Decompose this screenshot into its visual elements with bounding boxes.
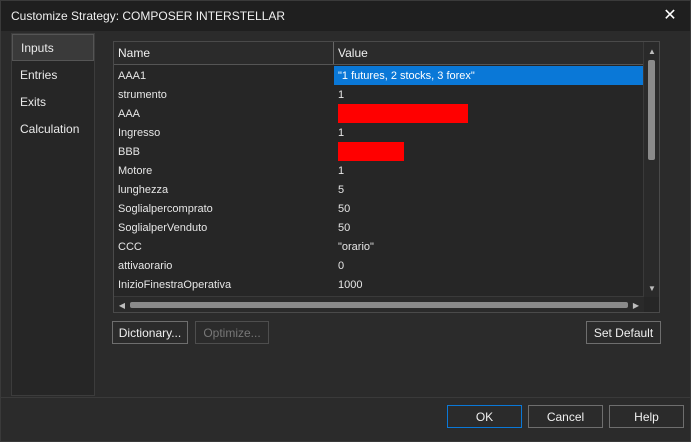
input-value-cell[interactable]: 1000 <box>334 275 643 294</box>
input-name-cell: Motore <box>118 164 153 177</box>
input-value-cell[interactable]: 0 <box>334 256 643 275</box>
table-row[interactable]: BBB <box>114 142 643 161</box>
column-header-value[interactable]: Value <box>334 42 644 64</box>
input-name-cell: Soglialpercomprato <box>118 202 213 215</box>
table-row[interactable]: InizioFinestraOperativa 1000 <box>114 275 643 294</box>
input-value-cell[interactable] <box>334 142 643 161</box>
table-row[interactable]: attivaorario 0 <box>114 256 643 275</box>
input-name-cell: Ingresso <box>118 126 161 139</box>
grid-rows: AAA1 "1 futures, 2 stocks, 3 forex" stru… <box>114 66 643 294</box>
sidebar-item-label: Entries <box>20 67 58 82</box>
input-name-cell: AAA <box>118 107 141 120</box>
close-icon: ✕ <box>663 7 677 24</box>
input-value-cell[interactable]: 50 <box>334 199 643 218</box>
table-row[interactable]: Ingresso 1 <box>114 123 643 142</box>
ok-button[interactable]: OK <box>447 405 522 428</box>
help-button[interactable]: Help <box>609 405 684 428</box>
sidebar-item-calculation[interactable]: Calculation <box>12 115 94 142</box>
inputs-grid: Name Value AAA1 "1 futures, 2 stocks, 3 … <box>113 41 660 313</box>
input-name-cell: SoglialperVenduto <box>118 221 208 234</box>
category-sidebar: Inputs Entries Exits Calculation <box>11 33 95 396</box>
sidebar-item-label: Inputs <box>21 40 54 55</box>
input-value-cell[interactable]: 5 <box>334 180 643 199</box>
input-value-cell[interactable]: "1 futures, 2 stocks, 3 forex" <box>334 66 643 85</box>
input-name-cell: CCC <box>118 240 142 253</box>
input-name-cell: AAA1 <box>118 69 147 82</box>
table-row[interactable]: Soglialpercomprato 50 <box>114 199 643 218</box>
input-name-cell: strumento <box>118 88 167 101</box>
table-row[interactable]: AAA <box>114 104 643 123</box>
table-row[interactable]: AAA1 "1 futures, 2 stocks, 3 forex" <box>114 66 643 85</box>
sidebar-item-inputs[interactable]: Inputs <box>12 34 94 61</box>
input-value-cell[interactable]: 50 <box>334 218 643 237</box>
sidebar-item-label: Exits <box>20 94 47 109</box>
input-value-cell[interactable]: 1 <box>334 85 643 104</box>
redacted-value <box>338 142 404 161</box>
table-row[interactable]: Motore 1 <box>114 161 643 180</box>
input-name-cell: InizioFinestraOperativa <box>118 278 232 291</box>
input-name-cell: lunghezza <box>118 183 169 196</box>
vertical-scrollbar[interactable]: ▲ ▼ <box>643 42 659 297</box>
dictionary-button[interactable]: Dictionary... <box>112 321 188 344</box>
horizontal-scroll-thumb[interactable] <box>130 302 628 308</box>
redacted-value <box>338 104 468 123</box>
scroll-up-icon[interactable]: ▲ <box>644 44 660 58</box>
input-name-cell: BBB <box>118 145 141 158</box>
horizontal-scrollbar[interactable]: ◀ ▶ <box>114 296 644 312</box>
set-default-button[interactable]: Set Default <box>586 321 661 344</box>
grid-header: Name Value <box>114 42 644 65</box>
table-row[interactable]: strumento 1 <box>114 85 643 104</box>
table-row[interactable]: lunghezza 5 <box>114 180 643 199</box>
scroll-down-icon[interactable]: ▼ <box>644 281 660 295</box>
customize-strategy-dialog: Customize Strategy: COMPOSER INTERSTELLA… <box>0 0 691 442</box>
scroll-left-icon[interactable]: ◀ <box>115 297 129 313</box>
column-header-name[interactable]: Name <box>114 42 334 64</box>
sidebar-item-label: Calculation <box>20 121 80 136</box>
footer-divider <box>1 397 690 398</box>
vertical-scroll-thumb[interactable] <box>648 60 655 160</box>
input-value-cell[interactable]: 1 <box>334 161 643 180</box>
title-bar: Customize Strategy: COMPOSER INTERSTELLA… <box>1 1 690 31</box>
input-value-cell[interactable]: "orario" <box>334 237 643 256</box>
window-title: Customize Strategy: COMPOSER INTERSTELLA… <box>11 9 286 23</box>
table-row[interactable]: CCC "orario" <box>114 237 643 256</box>
input-value-cell[interactable] <box>334 104 643 123</box>
table-row[interactable]: SoglialperVenduto 50 <box>114 218 643 237</box>
sidebar-item-exits[interactable]: Exits <box>12 88 94 115</box>
input-name-cell: attivaorario <box>118 259 173 272</box>
close-button[interactable]: ✕ <box>650 1 690 29</box>
scroll-right-icon[interactable]: ▶ <box>629 297 643 313</box>
sidebar-item-entries[interactable]: Entries <box>12 61 94 88</box>
input-value-cell[interactable]: 1 <box>334 123 643 142</box>
cancel-button[interactable]: Cancel <box>528 405 603 428</box>
optimize-button[interactable]: Optimize... <box>195 321 269 344</box>
